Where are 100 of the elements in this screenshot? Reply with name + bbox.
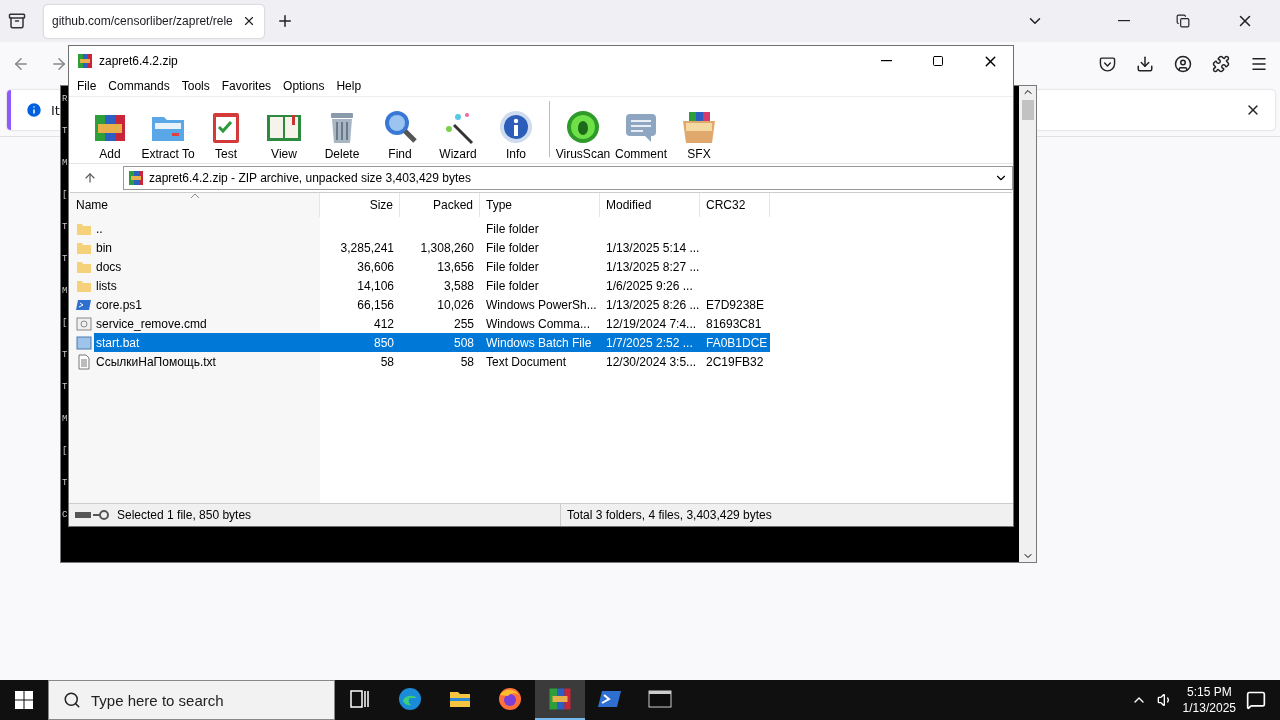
archive-books-icon <box>128 170 144 186</box>
minimize-button[interactable] <box>1118 20 1130 22</box>
pocket-icon[interactable] <box>1099 55 1116 73</box>
info-icon <box>498 109 534 145</box>
path-field[interactable]: zapret6.4.2.zip - ZIP archive, unpacked size 3,403,429 bytes <box>123 166 1013 190</box>
close-tab-button[interactable] <box>242 14 256 28</box>
menu-item[interactable]: Options <box>277 79 331 93</box>
file-name[interactable]: start.bat <box>94 333 320 352</box>
menu-item[interactable]: Commands <box>102 79 176 93</box>
file-name[interactable]: lists <box>94 276 320 295</box>
toolbar-button[interactable]: Comment <box>612 101 670 161</box>
new-tab-button[interactable] <box>276 12 294 30</box>
console-line: T <box>62 125 68 138</box>
table-cell: Windows Batch File <box>480 333 600 352</box>
magnifier-icon <box>382 109 418 145</box>
table-cell-text: 3,285,241 <box>339 239 395 257</box>
terminal-icon <box>648 687 672 711</box>
console-line: T <box>62 221 68 234</box>
scrollbar-thumb[interactable] <box>1021 100 1034 120</box>
task-view-icon <box>348 687 372 711</box>
table-cell: 1/7/2025 2:52 ... <box>600 333 700 352</box>
console-line: [ <box>62 189 68 202</box>
file-name[interactable]: service_remove.cmd <box>94 314 320 333</box>
extensions-icon[interactable] <box>1212 55 1230 73</box>
console-line: M <box>62 285 68 298</box>
console-line: M <box>62 157 68 170</box>
menu-item[interactable]: Help <box>330 79 368 93</box>
console-line: T <box>62 253 68 266</box>
file-name[interactable]: docs <box>94 257 320 276</box>
status-text: Total 3 folders, 4 files, 3,403,429 bytes <box>567 508 772 522</box>
console-line: R <box>62 93 68 106</box>
archive-books-icon <box>548 687 572 711</box>
status-text: Selected 1 file, 850 bytes <box>116 508 252 522</box>
table-cell: FA0B1DCE <box>700 333 770 352</box>
tab-list-button[interactable] <box>8 12 26 30</box>
toolbar-button[interactable]: VirusScan <box>554 101 612 161</box>
browser-tab[interactable]: github.com/censorliber/zapret/rele <box>44 4 264 38</box>
archive-books-icon <box>77 53 93 69</box>
drive-icon <box>75 510 91 520</box>
maximize-icon <box>932 55 944 67</box>
file-name[interactable]: СсылкиНаПомощь.txt <box>94 352 320 371</box>
menu-item[interactable]: File <box>71 79 103 93</box>
table-cell-text: 3,588 <box>442 277 475 295</box>
console-line: T <box>62 477 68 490</box>
console-line: T <box>62 349 68 362</box>
toolbar-button[interactable]: SFX <box>670 101 728 161</box>
download-icon[interactable] <box>1136 55 1154 73</box>
up-button[interactable] <box>83 171 97 185</box>
windows-logo-icon <box>15 691 33 709</box>
table-cell-text: 66,156 <box>356 296 395 314</box>
box-icon <box>681 109 717 145</box>
restore-button[interactable] <box>1176 14 1190 28</box>
table-cell-text: 412 <box>372 315 395 333</box>
account-icon[interactable] <box>1174 55 1192 73</box>
table-cell-text: 1/6/2025 9:26 ... <box>605 277 694 295</box>
table-cell-text: Windows PowerSh... <box>485 296 598 314</box>
menu-icon[interactable] <box>1250 55 1268 73</box>
file-name[interactable]: bin <box>94 238 320 257</box>
console-line: C <box>62 509 68 522</box>
console-line: T <box>62 381 68 394</box>
minimize-icon <box>880 60 892 62</box>
back-button[interactable] <box>12 55 30 73</box>
notifications-icon[interactable] <box>1246 690 1266 710</box>
table-cell-text: 255 <box>452 315 475 333</box>
info-icon <box>25 101 43 119</box>
console-line: [ <box>62 445 68 458</box>
toolbar-button[interactable]: Info <box>487 101 545 161</box>
taskbar-app-button[interactable] <box>535 680 585 720</box>
table-cell-text: 36,606 <box>356 258 395 276</box>
table-cell-text: 13,656 <box>436 258 475 276</box>
taskbar-search-field[interactable]: Type here to search <box>48 680 335 720</box>
table-cell-text: 58 <box>379 353 395 371</box>
file-name[interactable]: .. <box>94 219 320 238</box>
table-cell-text: 10,026 <box>436 296 475 314</box>
table-cell-text: File folder <box>485 239 540 257</box>
firefox-icon <box>498 687 522 711</box>
table-cell-text: 58 <box>459 353 475 371</box>
toolbar-button[interactable]: Wizard <box>429 101 487 161</box>
toolbar-button[interactable]: Find <box>371 101 429 161</box>
toolbar-button[interactable]: Delete <box>313 101 371 161</box>
menu-item[interactable]: Favorites <box>215 79 278 93</box>
column-header[interactable]: Name <box>70 193 320 217</box>
menu-item[interactable]: Tools <box>175 79 216 93</box>
table-cell-text: 1,308,260 <box>419 239 475 257</box>
toolbar-button[interactable]: Extract To <box>139 101 197 161</box>
toolbar-button[interactable]: View <box>255 101 313 161</box>
table-cell-text: File folder <box>485 277 540 295</box>
forward-button[interactable] <box>50 55 68 73</box>
table-cell: 850 <box>320 333 400 352</box>
file-name[interactable]: core.ps1 <box>94 295 320 314</box>
table-cell-text: 2C19FB32 <box>705 353 765 371</box>
table-cell-text: 14,106 <box>356 277 395 295</box>
sort-caret-icon <box>189 193 200 199</box>
table-cell-text: 12/30/2024 3:5... <box>605 353 698 371</box>
taskbar-clock[interactable]: 5:15 PM 1/13/2025 <box>1182 684 1236 716</box>
key-icon <box>93 510 109 520</box>
table-cell-text: Text Document <box>485 353 568 371</box>
table-cell-text: 1/13/2025 8:27 ... <box>605 258 700 276</box>
toolbar-button[interactable]: Test <box>197 101 255 161</box>
toolbar-button[interactable]: Add <box>81 101 139 161</box>
